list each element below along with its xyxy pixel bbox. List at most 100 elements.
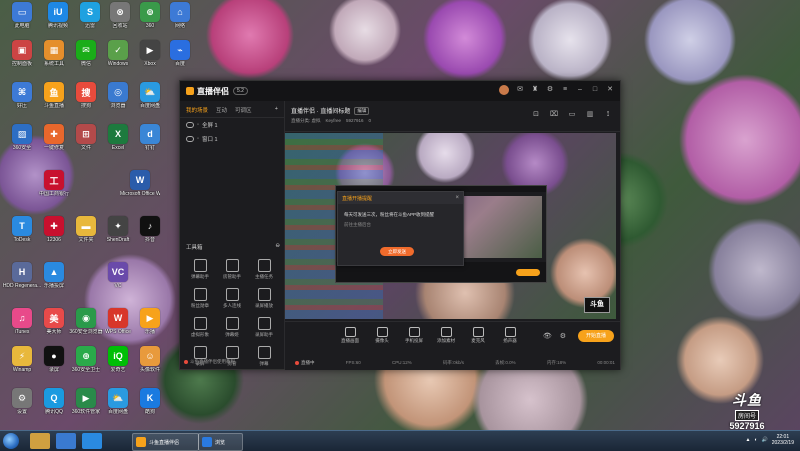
pinned-app-icon[interactable] bbox=[30, 433, 50, 449]
tab-interaction[interactable]: 互动 bbox=[216, 106, 227, 114]
preview-watermark: 斗鱼 bbox=[584, 297, 610, 313]
desktop-icon[interactable]: WMicrosoft Office Wo... bbox=[120, 170, 160, 197]
toolbox-item[interactable]: 多人连线 bbox=[216, 288, 248, 309]
edit-title-button[interactable]: 编辑 bbox=[354, 106, 370, 115]
desktop-icon[interactable]: ♪ 抖音 bbox=[130, 216, 170, 243]
desktop-icon[interactable]: ☺ 头像软件 bbox=[130, 346, 170, 373]
room-info: 直播分类: 虚拟 Keyfree 5927916 0 bbox=[291, 118, 371, 124]
source-tool-button[interactable]: 添加素材 bbox=[436, 327, 456, 344]
tool-icon bbox=[257, 346, 271, 359]
toolbox-item[interactable]: 房管助手 bbox=[216, 259, 248, 280]
lock-icon[interactable]: ⊡ bbox=[532, 111, 540, 119]
share-icon[interactable]: ⟟ bbox=[604, 111, 612, 119]
taskbar-task[interactable]: 浏览 bbox=[198, 433, 243, 451]
app-logo: 直播伴侣 bbox=[186, 86, 229, 97]
source-tool-button[interactable]: 摄像头 bbox=[372, 327, 392, 344]
tool-label: 录屏播放 bbox=[255, 303, 273, 308]
tray-expand-icon[interactable]: ▲ bbox=[746, 437, 751, 443]
network-icon[interactable]: ◐ bbox=[754, 437, 757, 443]
shirt-icon[interactable]: ♜ bbox=[531, 86, 539, 94]
toolbox-item[interactable]: 录屏播放 bbox=[248, 288, 280, 309]
desktop-icon[interactable]: ⌁ 百度 bbox=[160, 40, 200, 67]
app-icon: ⌘ bbox=[12, 82, 32, 102]
screen-icon[interactable]: ▭ bbox=[568, 111, 576, 119]
source-tool-button[interactable]: 直播画面 bbox=[340, 327, 360, 344]
scene-item[interactable]: ▫ 全屏 1 bbox=[180, 118, 284, 132]
eye-icon[interactable] bbox=[186, 136, 194, 142]
source-tool-button[interactable]: 手机投屏 bbox=[404, 327, 424, 344]
toolbox-item[interactable]: 主播任务 bbox=[248, 259, 280, 280]
scene-item[interactable]: ▫ 窗口 1 bbox=[180, 132, 284, 146]
bottom-toolbar: 直播画面 摄像头 手机投屏 添加素材 麦克风 扬声器 👁 ⚙ 开始直播 直播中 FPS:6… bbox=[285, 321, 620, 370]
volume-icon[interactable]: 🔊 bbox=[762, 437, 768, 443]
desktop-icon[interactable]: ⛅ 百度网盘 bbox=[130, 82, 170, 109]
chart-icon[interactable]: ▥ bbox=[586, 111, 594, 119]
message-icon[interactable]: ✉ bbox=[516, 86, 524, 94]
settings-icon[interactable]: ⚙ bbox=[546, 86, 554, 94]
tutorial-link[interactable]: 斗鱼直播伴侣使用教程 bbox=[184, 359, 235, 365]
room-id: 5927916 bbox=[346, 118, 364, 123]
send-now-button[interactable]: 立即发送 bbox=[380, 247, 414, 256]
toolbox-item[interactable]: 弹幕助手 bbox=[184, 259, 216, 280]
room-title: 直播伴侣 · 直播间标题 bbox=[291, 109, 351, 115]
source-tool-button[interactable]: 麦克风 bbox=[468, 327, 488, 344]
live-label: 直播中 bbox=[301, 360, 315, 365]
toolbox-item[interactable]: 粉丝勋章 bbox=[184, 288, 216, 309]
version-badge[interactable]: 5.2 bbox=[233, 87, 248, 95]
app-icon: W bbox=[130, 170, 150, 190]
lock-icon[interactable]: ▫ bbox=[197, 136, 199, 142]
close-icon[interactable]: ✕ bbox=[606, 86, 614, 94]
cpu-stat: CPU:12% bbox=[391, 360, 412, 365]
desktop-icon[interactable]: ▶ 乐播 bbox=[130, 308, 170, 335]
toolbox-item[interactable]: 虚拟形象 bbox=[184, 317, 216, 338]
toolbox-more-icon[interactable]: ⊖ bbox=[275, 243, 280, 251]
live-preview[interactable]: 直播开播提醒 × 每天可发送三次，粉丝将在斗鱼APP收到提醒 前往主播后台 立即… bbox=[285, 133, 616, 319]
status-bar: 直播中 FPS:60 CPU:12% 码率:0kb/s 丢帧:0.0% 内存:1… bbox=[295, 360, 615, 366]
app-icon: ⊚ bbox=[140, 2, 160, 22]
maximize-icon[interactable]: □ bbox=[591, 86, 599, 94]
toolbox-item[interactable]: 弹幕姬 bbox=[216, 317, 248, 338]
eye-icon[interactable]: 👁 bbox=[543, 332, 552, 340]
app-icon: ▶ bbox=[76, 388, 96, 408]
app-icon: ▭ bbox=[12, 2, 32, 22]
room-category[interactable]: 直播分类: 虚拟 bbox=[291, 118, 321, 124]
pinned-app-icon[interactable] bbox=[82, 433, 102, 449]
desktop-icon[interactable]: VC VC bbox=[98, 262, 138, 289]
clock[interactable]: 22:01 2023/2/19 bbox=[772, 434, 794, 446]
desktop-icon-label: 抖音 bbox=[144, 237, 155, 243]
desktop-icon-label: 设置 bbox=[16, 409, 27, 415]
desktop-icon-label: 网络 bbox=[174, 23, 185, 29]
start-button[interactable] bbox=[3, 433, 19, 449]
toolbox-item[interactable]: 弹幕 bbox=[248, 346, 280, 367]
title-bar[interactable]: 直播伴侣 5.2 ✉ ♜ ⚙ ≡ – □ ✕ bbox=[180, 81, 620, 101]
close-icon[interactable]: × bbox=[455, 195, 459, 201]
source-tool-button[interactable]: 扬声器 bbox=[500, 327, 520, 344]
settings-icon[interactable]: ⚙ bbox=[560, 332, 566, 340]
desktop-icon[interactable]: H HDD Regenera... bbox=[2, 262, 42, 289]
desktop-icon[interactable]: d 钉钉 bbox=[130, 124, 170, 151]
lock-icon[interactable]: ▫ bbox=[197, 122, 199, 128]
desktop-icon[interactable]: K 酷狗 bbox=[130, 388, 170, 415]
left-panel: 我的场景 互动 可调区 + ▫ 全屏 1 ▫ 窗口 1 工具箱 ⊖ 弹幕助手 房管… bbox=[180, 101, 285, 369]
tab-adjust[interactable]: 可调区 bbox=[235, 106, 252, 114]
gift-icon[interactable]: ⌧ bbox=[550, 111, 558, 119]
desktop-icon[interactable]: ▭ 此电脑 bbox=[2, 2, 42, 29]
desktop-icon[interactable]: ⌂ 网络 bbox=[160, 2, 200, 29]
desktop-icon[interactable]: 工中国工商银行 bbox=[34, 170, 74, 197]
tab-scenes[interactable]: 我的场景 bbox=[186, 106, 208, 114]
popup-title: 直播开播提醒 bbox=[342, 195, 373, 202]
room-username: Keyfree bbox=[325, 118, 342, 123]
popup-link[interactable]: 前往主播后台 bbox=[338, 220, 463, 230]
add-scene-icon[interactable]: + bbox=[275, 106, 278, 114]
start-live-button[interactable]: 开始直播 bbox=[578, 330, 614, 342]
desktop-icon[interactable]: ⚙ 设置 bbox=[2, 388, 42, 415]
minimize-icon[interactable]: – bbox=[576, 86, 584, 94]
avatar[interactable] bbox=[499, 85, 509, 95]
eye-icon[interactable] bbox=[186, 122, 194, 128]
taskbar-task[interactable]: 斗鱼直播伴侣 bbox=[132, 433, 199, 451]
title-bar-controls: ✉ ♜ ⚙ ≡ – □ ✕ bbox=[499, 85, 614, 95]
toolbox-item[interactable]: 录屏助手 bbox=[248, 317, 280, 338]
pinned-app-icon[interactable] bbox=[56, 433, 76, 449]
app-icon: ▣ bbox=[12, 40, 32, 60]
menu-icon[interactable]: ≡ bbox=[561, 86, 569, 94]
